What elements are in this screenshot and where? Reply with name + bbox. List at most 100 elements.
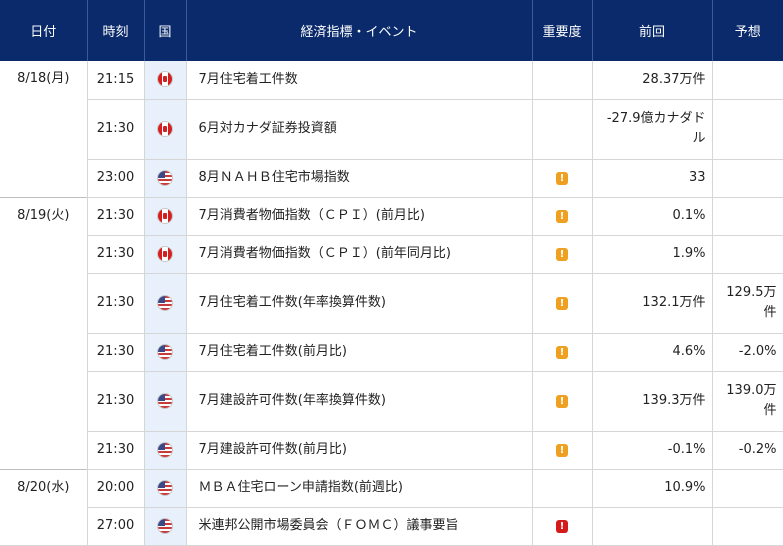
time-cell: 21:30	[87, 431, 145, 470]
previous-cell: 1.9%	[592, 235, 713, 274]
country-cell	[144, 196, 187, 236]
table-row[interactable]: 8/18(月) 21:15 7月住宅着工件数 28.37万件	[0, 61, 783, 197]
forecast-cell: -0.2%	[712, 431, 783, 470]
importance-mid-icon: !	[556, 346, 568, 359]
event-cell[interactable]: 7月消費者物価指数（ＣＰＩ）(前月比)	[186, 196, 533, 236]
time-cell: 21:30	[87, 273, 145, 334]
table-row[interactable]: 21:30 7月建設許可件数(前月比) ! -0.1% -0.2%	[0, 431, 783, 470]
header-country[interactable]: 国	[143, 0, 186, 61]
table-row[interactable]: 8/19(火) 21:30 7月消費者物価指数（ＣＰＩ）(前月比) ! 0.1%	[0, 196, 783, 469]
date-cell: 8/18(月)	[0, 61, 88, 197]
importance-cell	[532, 99, 593, 160]
importance-cell: !	[532, 507, 593, 546]
header-time[interactable]: 時刻	[86, 0, 144, 61]
previous-cell: 10.9%	[592, 468, 713, 508]
importance-cell	[532, 61, 593, 100]
importance-cell: !	[532, 196, 593, 236]
forecast-cell	[712, 61, 783, 100]
importance-mid-icon: !	[556, 248, 568, 261]
event-cell[interactable]: 7月消費者物価指数（ＣＰＩ）(前年同月比)	[186, 235, 533, 274]
canada-flag-icon	[158, 246, 172, 261]
previous-cell: 4.6%	[592, 333, 713, 372]
country-cell	[144, 273, 187, 334]
importance-cell: !	[532, 371, 593, 432]
header-event[interactable]: 経済指標・イベント	[185, 0, 532, 61]
country-cell	[144, 235, 187, 274]
date-cell: 8/19(火)	[0, 196, 88, 469]
country-cell	[144, 468, 187, 508]
time-cell: 21:30	[87, 371, 145, 432]
time-cell: 21:15	[87, 61, 145, 100]
importance-mid-icon: !	[556, 297, 568, 310]
canada-flag-icon	[158, 208, 172, 223]
country-cell	[144, 99, 187, 160]
importance-cell	[532, 468, 593, 508]
event-cell[interactable]: 米連邦公開市場委員会（ＦＯＭＣ）議事要旨	[186, 507, 533, 546]
table-row[interactable]: 21:30 6月対カナダ証券投資額 -27.9億カナダドル	[0, 99, 783, 160]
importance-cell: !	[532, 273, 593, 334]
event-cell[interactable]: 7月建設許可件数(年率換算件数)	[186, 371, 533, 432]
forecast-cell: -2.0%	[712, 333, 783, 372]
header-forecast[interactable]: 予想	[711, 0, 783, 61]
table-row[interactable]: 27:00 米連邦公開市場委員会（ＦＯＭＣ）議事要旨 !	[0, 507, 783, 546]
us-flag-icon	[158, 442, 172, 457]
forecast-cell	[712, 235, 783, 274]
time-cell: 27:00	[87, 507, 145, 546]
forecast-cell	[712, 507, 783, 546]
previous-cell: -27.9億カナダドル	[592, 99, 713, 160]
importance-mid-icon: !	[556, 210, 568, 223]
table-row[interactable]: 21:30 7月住宅着工件数(年率換算件数) ! 132.1万件 129.5万件	[0, 273, 783, 334]
time-cell: 23:00	[87, 159, 145, 198]
event-cell[interactable]: 6月対カナダ証券投資額	[186, 99, 533, 160]
table-row[interactable]: 21:30 7月建設許可件数(年率換算件数) ! 139.3万件 139.0万件	[0, 371, 783, 432]
us-flag-icon	[158, 344, 172, 359]
forecast-cell	[712, 468, 783, 508]
us-flag-icon	[158, 480, 172, 495]
importance-cell: !	[532, 333, 593, 372]
previous-cell: 132.1万件	[592, 273, 713, 334]
country-cell	[144, 507, 187, 546]
time-cell: 21:30	[87, 196, 145, 236]
header-date[interactable]: 日付	[0, 0, 87, 61]
previous-cell: 33	[592, 159, 713, 198]
importance-cell: !	[532, 431, 593, 470]
importance-cell: !	[532, 159, 593, 198]
table-row[interactable]: 23:00 8月ＮＡＨＢ住宅市場指数 ! 33	[0, 159, 783, 198]
importance-cell: !	[532, 235, 593, 274]
event-cell[interactable]: 8月ＮＡＨＢ住宅市場指数	[186, 159, 533, 198]
header-importance[interactable]: 重要度	[531, 0, 592, 61]
table-row[interactable]: 21:30 7月消費者物価指数（ＣＰＩ）(前年同月比) ! 1.9%	[0, 235, 783, 274]
country-cell	[144, 431, 187, 470]
canada-flag-icon	[158, 72, 172, 87]
us-flag-icon	[158, 518, 172, 533]
date-cell: 8/20(水)	[0, 468, 88, 546]
forecast-cell	[712, 99, 783, 160]
country-cell	[144, 371, 187, 432]
country-cell	[144, 333, 187, 372]
importance-high-icon: !	[556, 520, 568, 533]
event-cell[interactable]: 7月建設許可件数(前月比)	[186, 431, 533, 470]
event-cell[interactable]: 7月住宅着工件数(年率換算件数)	[186, 273, 533, 334]
previous-cell: 28.37万件	[592, 61, 713, 100]
previous-cell: 0.1%	[592, 196, 713, 236]
us-flag-icon	[158, 295, 172, 310]
importance-mid-icon: !	[556, 395, 568, 408]
importance-mid-icon: !	[556, 172, 568, 185]
header-previous[interactable]: 前回	[591, 0, 712, 61]
importance-mid-icon: !	[556, 444, 568, 457]
canada-flag-icon	[158, 121, 172, 136]
previous-cell: 139.3万件	[592, 371, 713, 432]
forecast-cell	[712, 196, 783, 236]
event-cell[interactable]: 7月住宅着工件数(前月比)	[186, 333, 533, 372]
event-cell[interactable]: 7月住宅着工件数	[186, 61, 533, 100]
table-row[interactable]: 8/20(水) 20:00 ＭＢＡ住宅ローン申請指数(前週比) 10.9%	[0, 468, 783, 546]
economic-calendar-table: 日付 時刻 国 経済指標・イベント 重要度 前回 予想 8/18(月) 21:1…	[0, 0, 783, 546]
table-row[interactable]: 21:30 7月住宅着工件数(前月比) ! 4.6% -2.0%	[0, 333, 783, 372]
us-flag-icon	[158, 170, 172, 185]
previous-cell	[592, 507, 713, 546]
us-flag-icon	[158, 393, 172, 408]
country-cell	[144, 159, 187, 198]
time-cell: 21:30	[87, 333, 145, 372]
event-cell[interactable]: ＭＢＡ住宅ローン申請指数(前週比)	[186, 468, 533, 508]
time-cell: 21:30	[87, 235, 145, 274]
